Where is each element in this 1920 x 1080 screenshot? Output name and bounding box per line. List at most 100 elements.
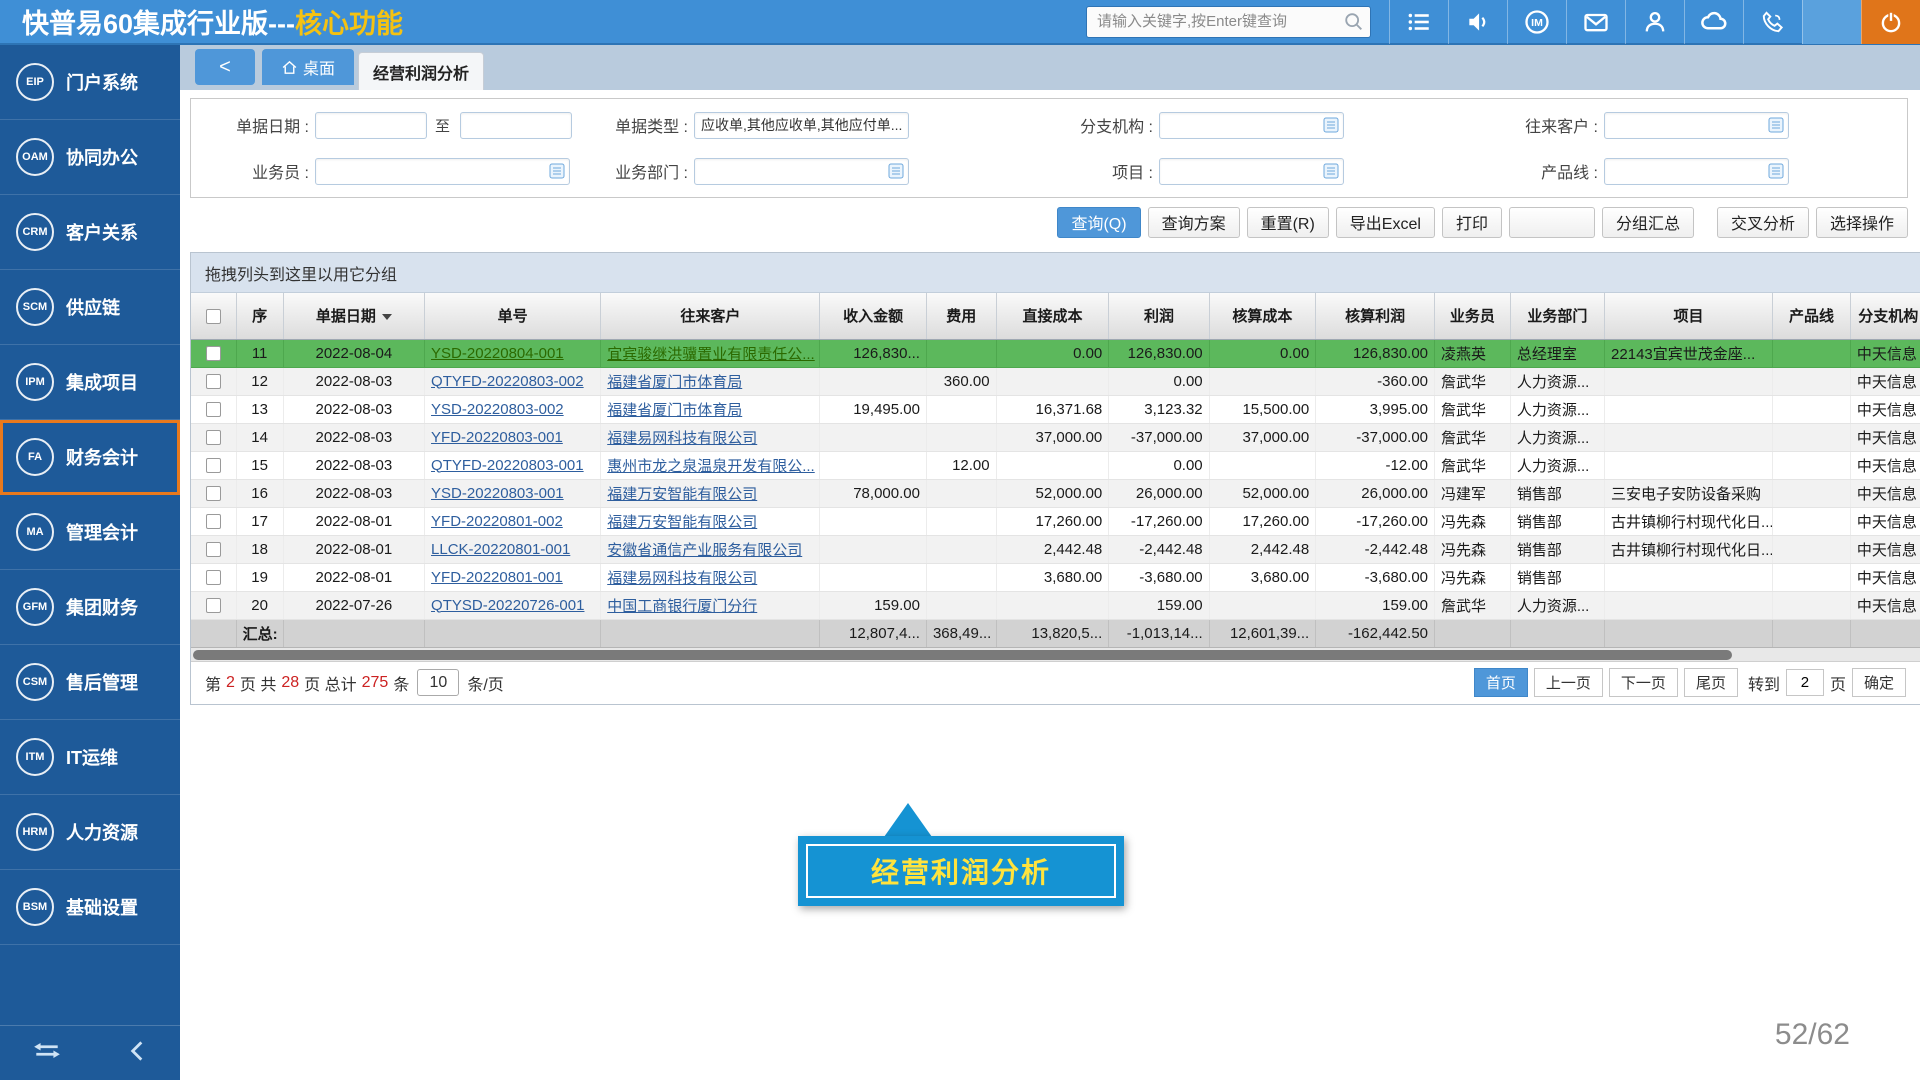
list-icon[interactable] [1389, 0, 1448, 44]
checkbox-icon[interactable] [206, 309, 221, 324]
lookup-grid-icon[interactable] [1768, 163, 1784, 179]
customer-link[interactable]: 福建万安智能有限公司 [607, 486, 757, 503]
sidebar-item-eip[interactable]: EIP门户系统 [0, 45, 180, 120]
row-checkbox[interactable] [206, 598, 221, 613]
row-checkbox[interactable] [206, 486, 221, 501]
col-dept[interactable]: 业务部门 [1510, 293, 1604, 339]
row-checkbox[interactable] [206, 458, 221, 473]
sidebar-item-scm[interactable]: SCM供应链 [0, 270, 180, 345]
col-seq[interactable]: 序 [236, 293, 283, 339]
docno-link[interactable]: YFD-20220803-001 [431, 429, 563, 446]
first-page-button[interactable]: 首页 [1474, 668, 1528, 697]
page-size-box[interactable]: 10 [417, 669, 459, 696]
docno-link[interactable]: LLCK-20220801-001 [431, 541, 570, 558]
col-docno[interactable]: 单号 [425, 293, 601, 339]
col-date[interactable]: 单据日期 [283, 293, 424, 339]
docno-link[interactable]: YFD-20220801-002 [431, 513, 563, 530]
customer-link[interactable]: 福建省厦门市体育局 [607, 402, 742, 419]
branch-input[interactable] [1159, 112, 1344, 139]
lookup-grid-icon[interactable] [1323, 163, 1339, 179]
sidebar-item-hrm[interactable]: HRM人力资源 [0, 795, 180, 870]
row-checkbox[interactable] [206, 514, 221, 529]
col-income[interactable]: 收入金额 [820, 293, 927, 339]
collapse-panels-icon[interactable] [32, 1038, 62, 1069]
row-checkbox[interactable] [206, 374, 221, 389]
col-customer[interactable]: 往来客户 [601, 293, 820, 339]
col-calc_cost[interactable]: 核算成本 [1209, 293, 1316, 339]
dept-input[interactable] [694, 158, 909, 185]
customer-link[interactable]: 安徽省通信产业服务有限公司 [607, 542, 802, 559]
reset-button[interactable]: 重置(R) [1247, 207, 1329, 238]
col-profit[interactable]: 利润 [1109, 293, 1209, 339]
phone-icon[interactable] [1743, 0, 1802, 44]
salesman-input[interactable] [315, 158, 570, 185]
tab-back-button[interactable]: < [195, 49, 255, 85]
goto-confirm-button[interactable]: 确定 [1852, 668, 1906, 697]
row-checkbox[interactable] [206, 542, 221, 557]
print-button[interactable]: 打印 [1442, 207, 1502, 238]
sidebar-item-crm[interactable]: CRM客户关系 [0, 195, 180, 270]
user-icon[interactable] [1625, 0, 1684, 44]
customer-link[interactable]: 福建易网科技有限公司 [607, 430, 757, 447]
col-salesman[interactable]: 业务员 [1435, 293, 1511, 339]
customer-link[interactable]: 福建易网科技有限公司 [607, 570, 757, 587]
group-by-bar[interactable]: 拖拽列头到这里以用它分组 [191, 253, 1920, 293]
power-icon[interactable] [1861, 0, 1920, 44]
export-excel-button[interactable]: 导出Excel [1336, 207, 1435, 238]
col-product_line[interactable]: 产品线 [1773, 293, 1851, 339]
select-all-checkbox[interactable] [191, 293, 236, 339]
col-branch[interactable]: 分支机构 [1850, 293, 1920, 339]
docno-link[interactable]: QTYSD-20220726-001 [431, 597, 584, 614]
tab-desktop[interactable]: 桌面 [262, 49, 354, 85]
horizontal-scrollbar-thumb[interactable] [193, 650, 1732, 660]
sidebar-item-bsm[interactable]: BSM基础设置 [0, 870, 180, 945]
select-operation-button[interactable]: 选择操作 [1816, 207, 1908, 238]
horizontal-scrollbar-track[interactable] [191, 648, 1920, 662]
doctype-value[interactable]: 应收单,其他应收单,其他应付单... [694, 112, 909, 139]
im-icon[interactable]: IM [1507, 0, 1566, 44]
docno-link[interactable]: YSD-20220803-002 [431, 401, 564, 418]
sidebar-item-ma[interactable]: MA管理会计 [0, 495, 180, 570]
customer-link[interactable]: 福建省厦门市体育局 [607, 374, 742, 391]
lookup-grid-icon[interactable] [1323, 117, 1339, 133]
customer-link[interactable]: 福建万安智能有限公司 [607, 514, 757, 531]
query-button[interactable]: 查询(Q) [1057, 207, 1140, 238]
blank-button[interactable] [1509, 207, 1595, 238]
search-icon[interactable] [1343, 11, 1365, 38]
docno-link[interactable]: YSD-20220803-001 [431, 485, 564, 502]
customer-input[interactable] [1604, 112, 1789, 139]
docno-link[interactable]: YFD-20220801-001 [431, 569, 563, 586]
goto-page-input[interactable] [1786, 669, 1824, 696]
date-from-input[interactable] [315, 112, 427, 139]
cross-analysis-button[interactable]: 交叉分析 [1717, 207, 1809, 238]
customer-link[interactable]: 惠州市龙之泉温泉开发有限公... [607, 458, 815, 475]
sidebar-item-oam[interactable]: OAM协同办公 [0, 120, 180, 195]
row-checkbox[interactable] [206, 430, 221, 445]
mail-icon[interactable] [1566, 0, 1625, 44]
col-calc_profit[interactable]: 核算利润 [1316, 293, 1435, 339]
speaker-icon[interactable] [1448, 0, 1507, 44]
sidebar-item-gfm[interactable]: GFM集团财务 [0, 570, 180, 645]
row-checkbox[interactable] [206, 570, 221, 585]
docno-link[interactable]: YSD-20220804-001 [431, 345, 564, 362]
lookup-grid-icon[interactable] [888, 163, 904, 179]
sidebar-item-fa[interactable]: FA财务会计 [0, 420, 180, 495]
col-fee[interactable]: 费用 [926, 293, 996, 339]
next-page-button[interactable]: 下一页 [1609, 668, 1678, 697]
group-summary-button[interactable]: 分组汇总 [1602, 207, 1694, 238]
lookup-grid-icon[interactable] [549, 163, 565, 179]
col-direct_cost[interactable]: 直接成本 [996, 293, 1109, 339]
tab-profit-analysis[interactable]: 经营利润分析 [358, 52, 484, 90]
row-checkbox[interactable] [206, 346, 221, 361]
prev-page-button[interactable]: 上一页 [1534, 668, 1603, 697]
search-input[interactable] [1086, 6, 1371, 38]
date-to-input[interactable] [460, 112, 572, 139]
project-input[interactable] [1159, 158, 1344, 185]
sidebar-item-itm[interactable]: ITMIT运维 [0, 720, 180, 795]
cloud-icon[interactable] [1684, 0, 1743, 44]
docno-link[interactable]: QTYFD-20220803-001 [431, 457, 584, 474]
last-page-button[interactable]: 尾页 [1684, 668, 1738, 697]
query-plan-button[interactable]: 查询方案 [1148, 207, 1240, 238]
docno-link[interactable]: QTYFD-20220803-002 [431, 373, 584, 390]
chevron-left-icon[interactable] [126, 1038, 148, 1069]
